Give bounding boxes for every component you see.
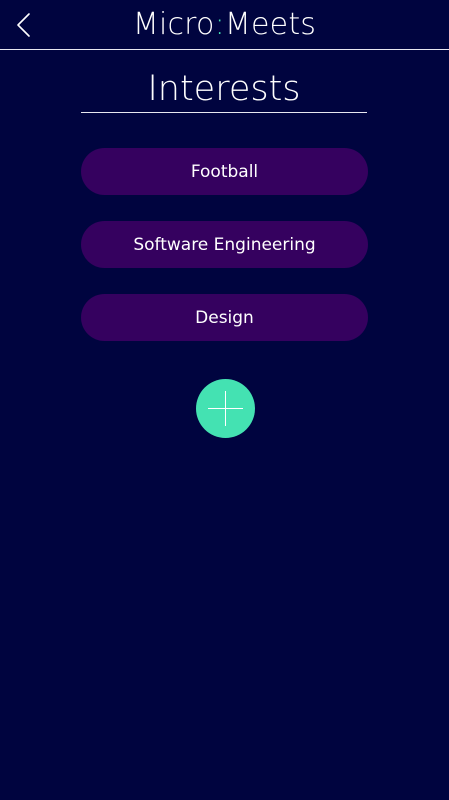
interest-item-software-engineering[interactable]: Software Engineering	[81, 221, 368, 268]
interest-label: Design	[195, 307, 254, 328]
app-logo: Micro:Meets	[0, 5, 449, 45]
add-interest-button[interactable]	[196, 379, 255, 438]
interest-item-design[interactable]: Design	[81, 294, 368, 341]
interest-list: Football Software Engineering Design	[81, 148, 368, 367]
interest-label: Football	[190, 161, 259, 182]
brand-left: Micro	[132, 7, 215, 42]
page-title: Interests	[81, 66, 367, 113]
interest-item-football[interactable]: Football	[81, 148, 368, 195]
app-header: Micro:Meets	[0, 0, 449, 50]
brand-colon: :	[214, 7, 225, 42]
interest-label: Software Engineering	[133, 234, 316, 255]
brand-right: Meets	[224, 7, 317, 42]
